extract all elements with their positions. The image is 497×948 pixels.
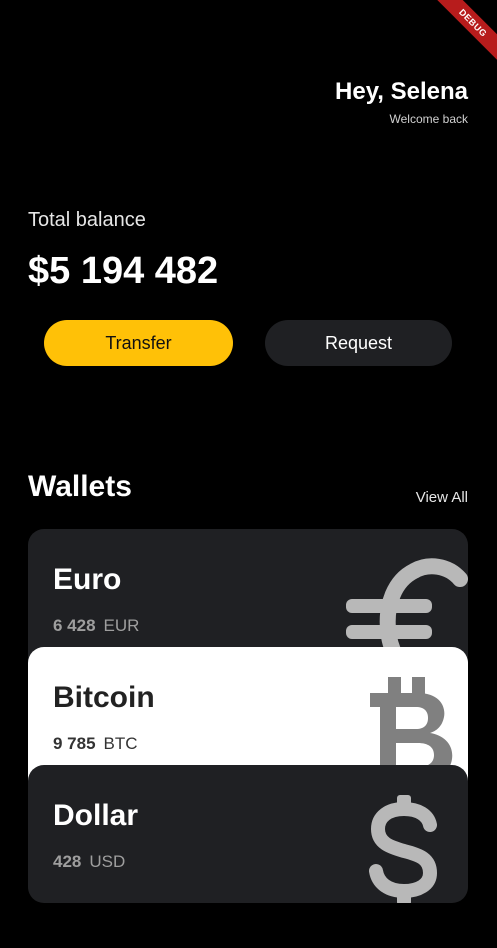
wallet-amount-value: 6 428 (53, 616, 96, 635)
wallet-amount-value: 9 785 (53, 734, 96, 753)
debug-banner: DEBUG (424, 0, 497, 72)
wallet-amount-value: 428 (53, 852, 82, 871)
wallet-amount: 9 785 BTC (53, 734, 138, 754)
greeting-block: Hey, Selena Welcome back (335, 78, 468, 126)
dollar-icon (369, 795, 438, 903)
wallets-title: Wallets (28, 470, 132, 503)
greeting-title: Hey, Selena (335, 78, 468, 105)
wallet-name: Bitcoin (53, 681, 155, 714)
wallet-amount: 6 428 EUR (53, 616, 139, 636)
wallet-amount: 428 USD (53, 852, 125, 872)
request-button[interactable]: Request (265, 320, 452, 366)
greeting-subtitle: Welcome back (389, 112, 468, 126)
total-balance-label: Total balance (28, 209, 146, 231)
wallet-name: Euro (53, 563, 122, 596)
bitcoin-icon (370, 677, 453, 777)
wallet-name: Dollar (53, 799, 139, 832)
wallet-card-dollar[interactable]: Dollar 428 USD (28, 765, 468, 903)
view-all-link[interactable]: View All (416, 489, 468, 506)
wallet-currency: BTC (103, 734, 138, 753)
total-balance-amount: $5 194 482 (28, 250, 219, 292)
wallet-currency: EUR (103, 616, 140, 635)
transfer-button[interactable]: Transfer (44, 320, 233, 366)
wallet-currency: USD (89, 852, 126, 871)
